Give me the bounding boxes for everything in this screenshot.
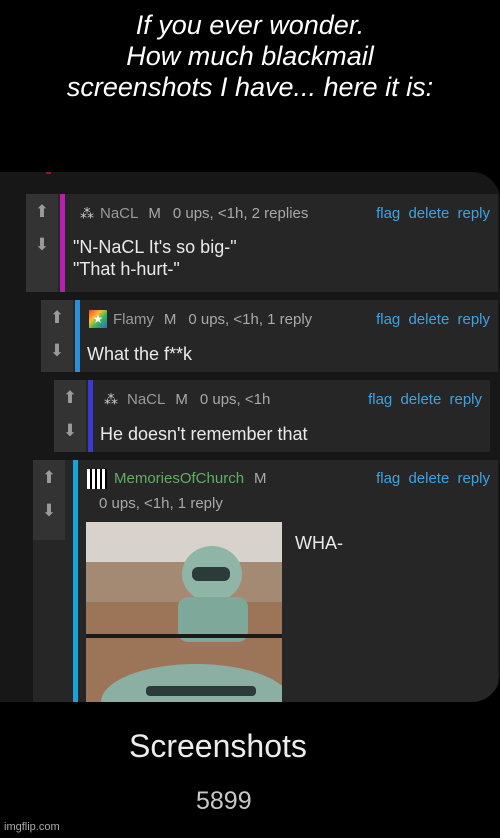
meme-caption: If you ever wonder. How much blackmail s…	[0, 10, 500, 103]
delete-link[interactable]: delete	[408, 470, 449, 487]
arrow-up-icon[interactable]: ⬆	[39, 467, 59, 489]
delete-link[interactable]: delete	[408, 205, 449, 222]
comment-meta: MemoriesOfChurch M	[114, 470, 267, 487]
arrow-down-icon[interactable]: ⬇	[60, 420, 80, 442]
user-avatar-icon[interactable]: ★	[89, 310, 107, 328]
caption-line-2: How much blackmail	[126, 41, 374, 71]
comment-body: He doesn't remember that	[100, 423, 308, 445]
comment-body-line: He doesn't remember that	[100, 424, 308, 444]
flag-link[interactable]: flag	[376, 470, 400, 487]
vote-column: ⬆ ⬇	[41, 300, 73, 372]
spartan-helmet-image	[86, 522, 282, 702]
comment-body-line: "N-NaCL It's so big-"	[73, 237, 237, 257]
user-avatar-icon[interactable]: ⁂	[78, 204, 96, 222]
comment-info: 0 ups, <1h	[199, 391, 271, 408]
arrow-down-icon[interactable]: ⬇	[32, 234, 52, 256]
clipped-accent-bar	[46, 172, 51, 174]
username-link[interactable]: MemoriesOfChurch	[114, 470, 244, 487]
vote-column: ⬆ ⬇	[54, 380, 86, 452]
flag-link[interactable]: flag	[368, 391, 392, 408]
flag-link[interactable]: flag	[376, 205, 400, 222]
username-link[interactable]: Flamy	[113, 311, 154, 328]
comment-body-line: What the f**k	[87, 344, 193, 364]
reply-link[interactable]: reply	[457, 311, 490, 328]
gender-badge: M	[148, 205, 161, 222]
attached-image[interactable]	[86, 522, 282, 702]
gender-badge: M	[175, 391, 188, 408]
screenshots-count: 5899	[196, 787, 252, 815]
comment-1: ⬆ ⬇ ⁂ NaCL M 0 ups, <1h, 2 replies flag de…	[26, 194, 498, 292]
comment-accent-bar	[88, 380, 93, 452]
reply-link[interactable]: reply	[457, 470, 490, 487]
arrow-down-icon[interactable]: ⬇	[39, 500, 59, 522]
caption-line-1: If you ever wonder.	[135, 10, 365, 40]
gender-badge: M	[163, 311, 177, 328]
comment-body-line: "That h-hurt-"	[73, 259, 180, 279]
comment-info: 0 ups, <1h, 1 reply	[99, 495, 223, 512]
comment-body: What the f**k	[87, 343, 192, 365]
arrow-up-icon[interactable]: ⬆	[32, 201, 52, 223]
comment-screenshot: ⬆ ⬇ ⁂ NaCL M 0 ups, <1h, 2 replies flag de…	[0, 172, 500, 702]
comment-actions: flag delete reply	[372, 205, 490, 222]
comment-4: ⬆ ⬇ MemoriesOfChurch M 0 ups, <1h, 1 repl…	[33, 460, 498, 702]
comment-meta: Flamy M 0 ups, <1h, 1 reply	[113, 311, 312, 328]
comment-actions: flag delete reply	[364, 391, 482, 408]
comment-info: 0 ups, <1h, 1 reply	[188, 311, 313, 328]
comment-actions: flag delete reply	[372, 470, 490, 487]
reply-link[interactable]: reply	[449, 391, 482, 408]
comment-2: ⬆ ⬇ ★ Flamy M 0 ups, <1h, 1 reply flag del…	[41, 300, 498, 372]
arrow-down-icon[interactable]: ⬇	[47, 340, 67, 362]
caption-line-3: screenshots I have... here it is:	[66, 72, 434, 102]
arrow-up-icon[interactable]: ⬆	[47, 307, 67, 329]
user-avatar-icon[interactable]	[87, 469, 107, 489]
comment-accent-bar	[75, 300, 80, 372]
vote-column: ⬆ ⬇	[33, 460, 65, 540]
flag-link[interactable]: flag	[376, 311, 400, 328]
comment-accent-bar	[73, 460, 78, 702]
username-link[interactable]: NaCL	[100, 205, 138, 222]
comment-info: 0 ups, <1h, 2 replies	[172, 205, 309, 222]
reply-link[interactable]: reply	[457, 205, 490, 222]
vote-column: ⬆ ⬇	[26, 194, 58, 292]
comment-3: ⬆ ⬇ ⁂ NaCL M 0 ups, <1h flag delete reply …	[54, 380, 490, 452]
arrow-up-icon[interactable]: ⬆	[60, 387, 80, 409]
comment-body: "N-NaCL It's so big-" "That h-hurt-"	[73, 236, 237, 280]
comment-actions: flag delete reply	[372, 311, 490, 328]
comment-meta: NaCL M 0 ups, <1h	[127, 391, 270, 408]
gender-badge: M	[254, 470, 267, 487]
user-avatar-icon[interactable]: ⁂	[102, 390, 120, 408]
screenshots-folder-title: Screenshots	[129, 728, 307, 764]
comment-meta: NaCL M 0 ups, <1h, 2 replies	[100, 205, 308, 222]
comment-body: WHA-	[295, 532, 343, 554]
imgflip-watermark: imgflip.com	[4, 821, 60, 833]
delete-link[interactable]: delete	[400, 391, 441, 408]
comment-accent-bar	[60, 194, 65, 292]
clipped-previous-comment	[40, 172, 400, 184]
username-link[interactable]: NaCL	[127, 391, 165, 408]
delete-link[interactable]: delete	[408, 311, 449, 328]
comment-body-line: WHA-	[295, 533, 343, 553]
